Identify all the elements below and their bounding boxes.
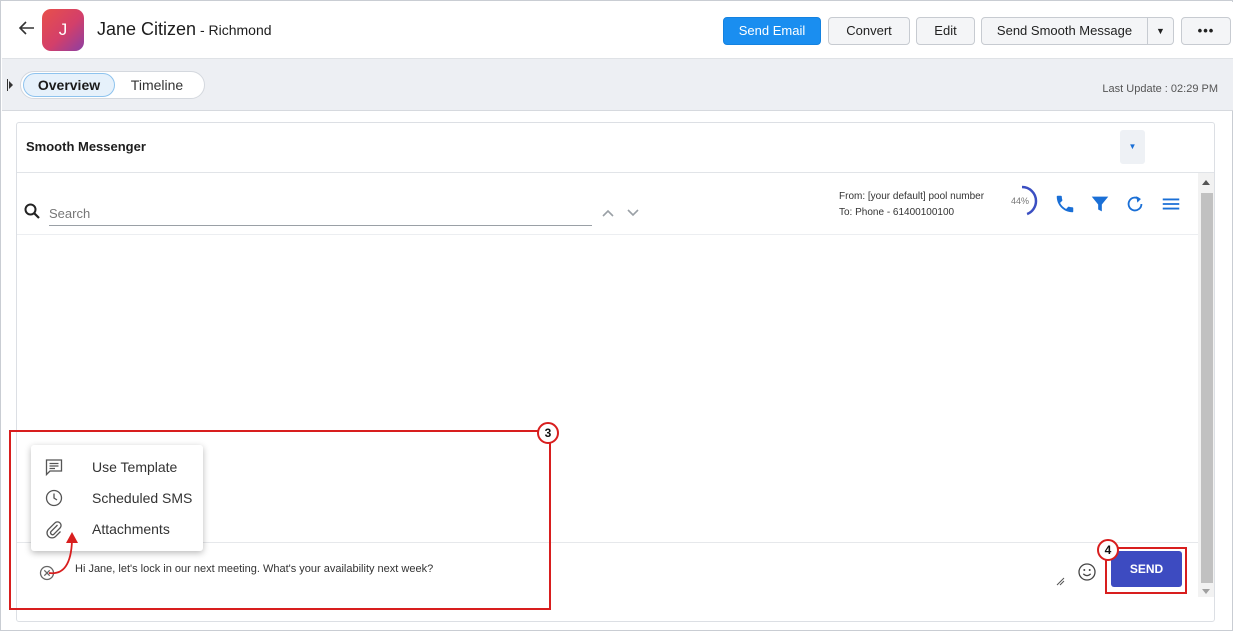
filter-icon[interactable] [1089,193,1111,215]
more-actions-button[interactable]: ••• [1181,17,1231,45]
edit-button[interactable]: Edit [916,17,975,45]
send-smooth-message-button[interactable]: Send Smooth Message [981,17,1148,45]
divider [17,234,1198,235]
search-icon [24,203,40,219]
last-update: Last Update : 02:29 PM [1102,83,1218,95]
annotation-arrow-icon [48,532,78,575]
back-button[interactable] [16,18,38,40]
arrow-left-icon [18,21,34,35]
send-smooth-message-dropdown[interactable]: ▼ [1147,17,1174,45]
contact-name: Jane Citizen - Richmond [97,19,272,40]
app-window: J Jane Citizen - Richmond Send Email Con… [0,0,1233,631]
scrollbar-thumb[interactable] [1201,193,1213,583]
to-number: To: Phone - 61400100100 [839,207,955,218]
emoji-icon[interactable] [1077,562,1097,582]
record-header: J Jane Citizen - Richmond Send Email Con… [2,2,1233,59]
scroll-down-icon[interactable] [1202,589,1210,594]
scroll-up-icon[interactable] [1202,180,1210,185]
sidebar-toggle-icon[interactable] [7,79,13,91]
chevron-down-icon: ▼ [1156,26,1165,36]
send-email-button[interactable]: Send Email [723,17,821,45]
avatar: J [42,9,84,51]
collapse-button[interactable]: ▼ [1120,130,1145,164]
tab-timeline[interactable]: Timeline [121,73,193,97]
contact-location: - Richmond [196,22,272,38]
refresh-icon[interactable] [1124,193,1146,215]
contact-name-text: Jane Citizen [97,19,197,39]
annotation-box-compose [9,430,551,610]
convert-button[interactable]: Convert [828,17,910,45]
resize-grip-icon[interactable] [1055,576,1065,586]
tabs: Overview Timeline [20,71,205,99]
progress-label: 44% [1010,196,1029,206]
menu-icon[interactable] [1160,193,1182,215]
tab-overview[interactable]: Overview [23,73,115,97]
caret-down-icon: ▼ [1128,142,1137,151]
phone-icon[interactable] [1054,193,1076,215]
from-number: From: [your default] pool number [839,191,985,202]
annotation-badge-4: 4 [1097,539,1119,561]
tab-bar: Overview Timeline Last Update : 02:29 PM [2,59,1233,111]
from-to-info: From: [your default] pool number To: Pho… [839,189,984,221]
divider [17,172,1214,173]
annotation-badge-3: 3 [537,422,559,444]
search-input[interactable] [49,201,592,226]
chevron-down-icon[interactable] [625,207,641,219]
card-title: Smooth Messenger [26,139,146,154]
chevron-up-icon[interactable] [600,207,616,219]
